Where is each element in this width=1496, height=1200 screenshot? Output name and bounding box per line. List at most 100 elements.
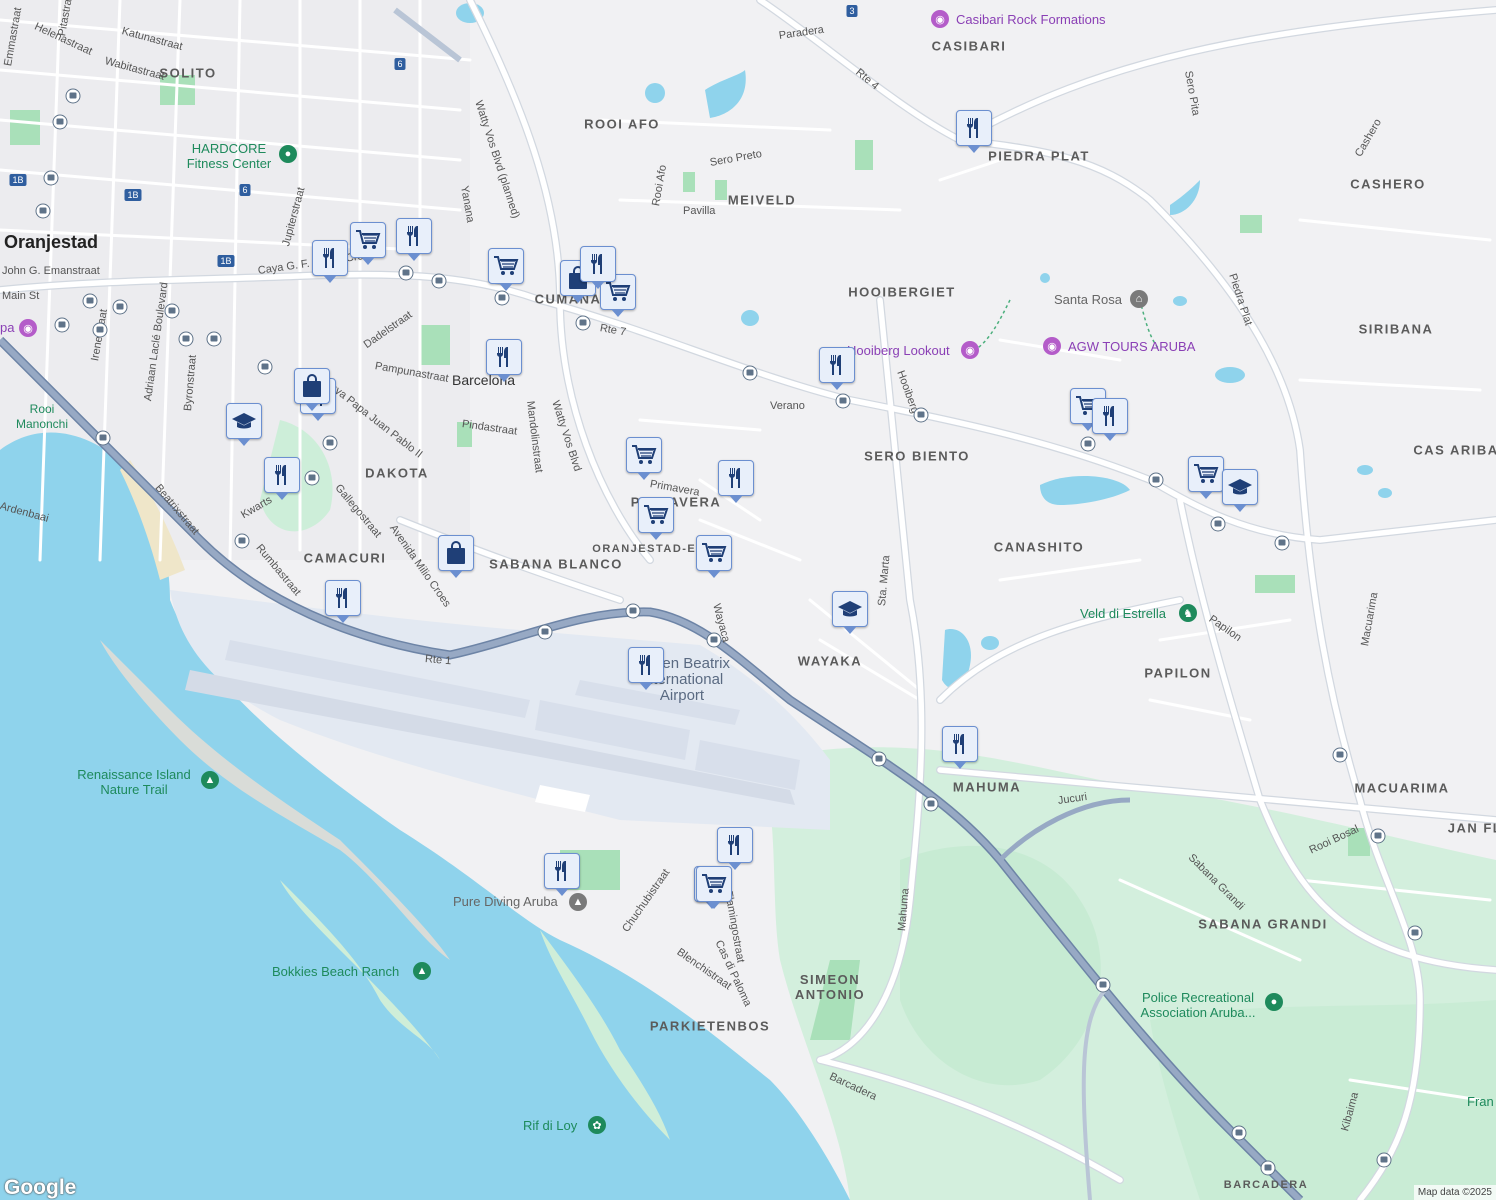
marker-grocery[interactable] xyxy=(350,222,386,265)
marker-restaurant[interactable] xyxy=(819,347,855,390)
fitness-icon[interactable]: ● xyxy=(279,145,297,163)
bus-stop-icon[interactable] xyxy=(234,533,250,549)
marker-school[interactable] xyxy=(1222,469,1258,512)
marker-grocery[interactable] xyxy=(696,535,732,578)
bus-stop-icon[interactable] xyxy=(1148,472,1164,488)
bus-stop-icon[interactable] xyxy=(35,203,51,219)
marker-restaurant[interactable] xyxy=(486,339,522,382)
bus-stop-icon[interactable] xyxy=(1376,1152,1392,1168)
route-shield: 1B xyxy=(9,174,27,186)
bus-stop-icon[interactable] xyxy=(65,88,81,104)
marker-grocery[interactable] xyxy=(626,437,662,480)
poi-label[interactable]: Pure Diving Aruba xyxy=(453,894,558,909)
bus-stop-icon[interactable] xyxy=(164,303,180,319)
bus-stop-icon[interactable] xyxy=(1080,436,1096,452)
marker-shopping[interactable] xyxy=(438,535,474,578)
fork-knife-icon xyxy=(320,247,340,269)
marker-restaurant[interactable] xyxy=(717,827,753,870)
poi-label[interactable]: Santa Rosa xyxy=(1054,292,1122,307)
park-icon[interactable]: ♞ xyxy=(1179,604,1197,622)
bus-stop-icon[interactable] xyxy=(52,114,68,130)
poi-label[interactable]: Casibari Rock Formations xyxy=(956,12,1106,27)
poi-label[interactable]: Hooiberg Lookout xyxy=(847,343,950,358)
marker-restaurant[interactable] xyxy=(264,457,300,500)
museum-icon[interactable]: ⌂ xyxy=(1130,290,1148,308)
bus-stop-icon[interactable] xyxy=(923,796,939,812)
poi-label[interactable]: Rooi Manonchi xyxy=(16,402,68,432)
camera-icon[interactable]: ◉ xyxy=(961,341,979,359)
bus-stop-icon[interactable] xyxy=(82,293,98,309)
marker-restaurant[interactable] xyxy=(942,726,978,769)
tree-icon[interactable]: ▲ xyxy=(201,771,219,789)
poi-label[interactable]: Rif di Loy xyxy=(523,1118,577,1133)
area-label: PARKIETENBOS xyxy=(649,1018,771,1034)
marker-shopping[interactable] xyxy=(294,368,330,411)
bus-stop-icon[interactable] xyxy=(112,299,128,315)
school-icon[interactable]: ▲ xyxy=(569,893,587,911)
bus-stop-icon[interactable] xyxy=(206,331,222,347)
campground-icon[interactable]: ▲ xyxy=(413,962,431,980)
marker-restaurant[interactable] xyxy=(718,460,754,503)
marker-restaurant[interactable] xyxy=(312,240,348,283)
bus-stop-icon[interactable] xyxy=(871,751,887,767)
camera-icon[interactable]: ◉ xyxy=(19,319,37,337)
camera-icon[interactable]: ◉ xyxy=(1043,337,1061,355)
bus-stop-icon[interactable] xyxy=(322,435,338,451)
camera-icon[interactable]: ◉ xyxy=(931,10,949,28)
bus-stop-icon[interactable] xyxy=(1210,516,1226,532)
bus-stop-icon[interactable] xyxy=(835,393,851,409)
bus-stop-icon[interactable] xyxy=(92,322,108,338)
bus-stop-icon[interactable] xyxy=(1274,535,1290,551)
bus-stop-icon[interactable] xyxy=(1407,925,1423,941)
bus-stop-icon[interactable] xyxy=(1095,977,1111,993)
marker-grocery[interactable] xyxy=(638,497,674,540)
bus-stop-icon[interactable] xyxy=(575,315,591,331)
marker-restaurant[interactable] xyxy=(628,647,664,690)
poi-label[interactable]: HARDCORE Fitness Center xyxy=(187,141,272,171)
marker-restaurant[interactable] xyxy=(325,580,361,623)
poi-label[interactable]: AGW TOURS ARUBA xyxy=(1068,339,1195,354)
poi-label[interactable]: Renaissance Island Nature Trail xyxy=(77,767,190,797)
map-canvas[interactable]: Oranjestad SOLITO ROOI AFO MEIVELD CASIB… xyxy=(0,0,1496,1200)
poi-label[interactable]: Veld di Estrella xyxy=(1080,606,1166,621)
shopping-cart-icon xyxy=(643,504,669,526)
shopping-cart-icon xyxy=(701,873,727,895)
marker-grocery[interactable] xyxy=(488,248,524,291)
bus-stop-icon[interactable] xyxy=(431,273,447,289)
area-label: CASHERO xyxy=(1350,176,1426,192)
poi-label[interactable]: Fran xyxy=(1467,1094,1494,1109)
marker-restaurant[interactable] xyxy=(544,853,580,896)
marker-restaurant[interactable] xyxy=(396,218,432,261)
bus-stop-icon[interactable] xyxy=(913,407,929,423)
bus-stop-icon[interactable] xyxy=(742,365,758,381)
park-icon[interactable]: ● xyxy=(1265,993,1283,1011)
bus-stop-icon[interactable] xyxy=(1231,1125,1247,1141)
map-attribution[interactable]: Map data ©2025 xyxy=(1413,1185,1496,1200)
marker-restaurant[interactable] xyxy=(580,246,616,289)
bus-stop-icon[interactable] xyxy=(1370,828,1386,844)
marker-restaurant[interactable] xyxy=(1092,398,1128,441)
marker-grocery[interactable] xyxy=(1188,456,1224,499)
bus-stop-icon[interactable] xyxy=(304,470,320,486)
bus-stop-icon[interactable] xyxy=(95,430,111,446)
bus-stop-icon[interactable] xyxy=(54,317,70,333)
marker-school[interactable] xyxy=(832,591,868,634)
bus-stop-icon[interactable] xyxy=(257,359,273,375)
poi-label[interactable]: Bokkies Beach Ranch xyxy=(272,964,399,979)
bus-stop-icon[interactable] xyxy=(494,290,510,306)
poi-label[interactable]: pa xyxy=(0,320,14,335)
bus-stop-icon[interactable] xyxy=(1260,1160,1276,1176)
marker-school[interactable] xyxy=(226,403,262,446)
bus-stop-icon[interactable] xyxy=(537,624,553,640)
bus-stop-icon[interactable] xyxy=(1332,747,1348,763)
bus-stop-icon[interactable] xyxy=(178,331,194,347)
bus-stop-icon[interactable] xyxy=(398,265,414,281)
bus-stop-icon[interactable] xyxy=(43,170,59,186)
bus-stop-icon[interactable] xyxy=(625,603,641,619)
bus-stop-icon[interactable] xyxy=(706,632,722,648)
flower-icon[interactable]: ✿ xyxy=(588,1116,606,1134)
fork-knife-icon xyxy=(494,346,514,368)
poi-label[interactable]: Police Recreational Association Aruba... xyxy=(1141,990,1256,1020)
marker-restaurant[interactable] xyxy=(956,110,992,153)
marker-grocery[interactable] xyxy=(696,866,732,909)
